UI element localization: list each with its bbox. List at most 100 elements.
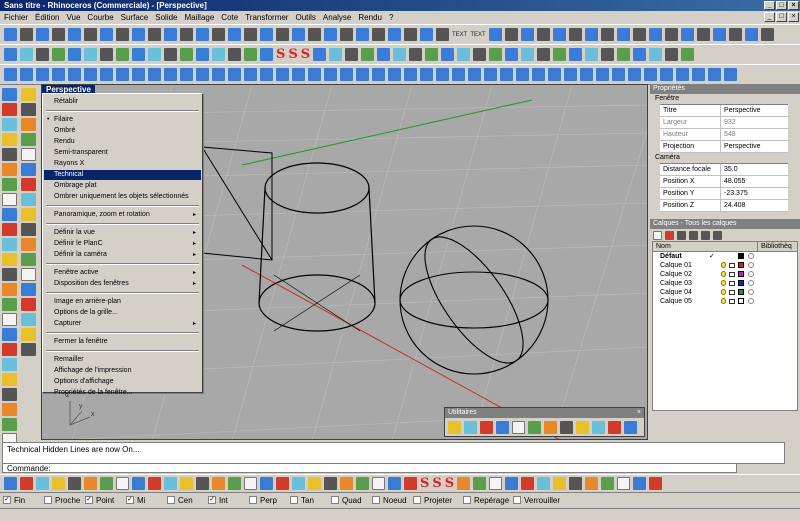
tb3-tool-icon[interactable] [644, 68, 657, 81]
utility-tool-icon[interactable] [560, 421, 573, 434]
tb1-tool-icon[interactable] [260, 28, 273, 41]
mdi-minimize-button[interactable]: _ [764, 12, 775, 22]
tb1-tool-icon[interactable] [68, 28, 81, 41]
tb2-tool-icon[interactable] [84, 48, 97, 61]
tb2-tool-icon[interactable] [489, 48, 503, 61]
tb2-tool-icon[interactable] [537, 48, 551, 61]
left-tool-icon[interactable] [2, 103, 17, 116]
tb3-tool-icon[interactable] [500, 68, 513, 81]
property-row[interactable]: Hauteur 548 [660, 129, 788, 141]
tb1-tool-icon[interactable] [600, 28, 614, 41]
property-row[interactable]: Distance focale 35.0 [660, 164, 788, 176]
tb4-tool-icon[interactable] [601, 477, 615, 490]
tb2-tool-icon[interactable] [329, 48, 343, 61]
tb4-tool-icon[interactable] [457, 477, 471, 490]
tb1-tool-icon[interactable] [244, 28, 257, 41]
tb4-tool-icon[interactable] [585, 477, 599, 490]
layer-material-icon[interactable] [748, 271, 754, 277]
layer-material-icon[interactable] [748, 253, 754, 259]
tb2-tool-icon[interactable] [665, 48, 679, 61]
sss-icon[interactable]: S [432, 476, 441, 491]
utility-tool-icon[interactable] [480, 421, 493, 434]
utility-tool-icon[interactable] [576, 421, 589, 434]
menu-7[interactable]: Cote [221, 13, 238, 22]
tb1-tool-icon[interactable] [132, 28, 145, 41]
tb1-tool-icon[interactable] [20, 28, 33, 41]
osnap-checkbox[interactable] [44, 496, 52, 504]
tb1-tool-icon[interactable] [504, 28, 518, 41]
tb4-tool-icon[interactable] [356, 477, 369, 490]
command-line[interactable]: Commande: [2, 463, 737, 473]
menu-item[interactable]: Options de la grille... [44, 308, 201, 318]
tb1-tool-icon[interactable] [340, 28, 353, 41]
left-tool-icon[interactable] [2, 193, 17, 206]
tb4-tool-icon[interactable] [617, 477, 631, 490]
left-tool-icon[interactable] [21, 313, 36, 326]
tb3-tool-icon[interactable] [436, 68, 449, 81]
tb1-tool-icon[interactable] [520, 28, 534, 41]
menu-11[interactable]: Rendu [358, 13, 382, 22]
utility-tool-icon[interactable] [496, 421, 509, 434]
property-value[interactable]: Perspective [721, 141, 788, 152]
tb4-tool-icon[interactable] [404, 477, 417, 490]
tb3-tool-icon[interactable] [596, 68, 609, 81]
left-tool-icon[interactable] [2, 268, 17, 281]
left-tool-icon[interactable] [2, 238, 17, 251]
tb3-tool-icon[interactable] [68, 68, 81, 81]
utility-tool-icon[interactable] [528, 421, 541, 434]
tb1-tool-icon[interactable] [744, 28, 758, 41]
layer-row[interactable]: Calque 03 [653, 279, 797, 288]
tb4-tool-icon[interactable] [164, 477, 177, 490]
tb2-tool-icon[interactable] [196, 48, 209, 61]
tb3-tool-icon[interactable] [404, 68, 417, 81]
utility-tool-icon[interactable] [608, 421, 621, 434]
lock-icon[interactable] [729, 281, 735, 286]
left-tool-icon[interactable] [21, 148, 36, 161]
layer-row[interactable]: Calque 01 [653, 261, 797, 270]
osnap-checkbox[interactable]: ✓ [3, 496, 11, 504]
menu-6[interactable]: Maillage [185, 13, 215, 22]
tb4-tool-icon[interactable] [505, 477, 519, 490]
tb4-tool-icon[interactable] [388, 477, 401, 490]
tb2-tool-icon[interactable] [52, 48, 65, 61]
property-value[interactable]: 35.0 [721, 164, 788, 175]
property-row[interactable]: Position Z 24.408 [660, 200, 788, 212]
left-tool-icon[interactable] [21, 103, 36, 116]
close-button[interactable]: × [788, 1, 799, 10]
osnap-item[interactable]: ✓ Point [85, 496, 126, 505]
left-tool-icon[interactable] [2, 328, 17, 341]
tb1-tool-icon[interactable] [148, 28, 161, 41]
layer-material-icon[interactable] [748, 262, 754, 268]
move-up-icon[interactable] [677, 230, 686, 240]
layer-row[interactable]: Calque 02 [653, 270, 797, 279]
tb3-tool-icon[interactable] [164, 68, 177, 81]
utility-tool-icon[interactable] [512, 421, 525, 434]
tb3-tool-icon[interactable] [628, 68, 641, 81]
tb2-tool-icon[interactable] [148, 48, 161, 61]
tb4-tool-icon[interactable] [244, 477, 257, 490]
left-tool-icon[interactable] [21, 163, 36, 176]
property-row[interactable]: Position Y -23.375 [660, 188, 788, 200]
tb2-tool-icon[interactable] [441, 48, 455, 61]
utility-tool-icon[interactable] [448, 421, 461, 434]
tb1-tool-icon[interactable] [584, 28, 598, 41]
left-tool-icon[interactable] [21, 118, 36, 131]
osnap-checkbox[interactable]: ✓ [85, 496, 93, 504]
tb1-tool-icon[interactable] [356, 28, 369, 41]
menu-item[interactable]: Fermer la fenêtre [44, 337, 201, 347]
tb1-tool-icon[interactable] [228, 28, 241, 41]
tb1-tool-icon[interactable] [4, 28, 17, 41]
left-tool-icon[interactable] [21, 343, 36, 356]
tb4-tool-icon[interactable] [633, 477, 647, 490]
menu-9[interactable]: Outils [295, 13, 315, 22]
left-tool-icon[interactable] [21, 88, 36, 101]
tb4-tool-icon[interactable] [180, 477, 193, 490]
tb1-tool-icon[interactable] [488, 28, 502, 41]
menu-item[interactable]: Propriétés de la fenêtre... [44, 388, 201, 398]
left-tool-icon[interactable] [2, 388, 17, 401]
tb1-tool-icon[interactable] [536, 28, 550, 41]
tb2-tool-icon[interactable] [212, 48, 225, 61]
menu-8[interactable]: Transformer [245, 13, 288, 22]
lightbulb-icon[interactable] [721, 280, 726, 286]
tb1-tool-icon[interactable] [436, 28, 449, 41]
